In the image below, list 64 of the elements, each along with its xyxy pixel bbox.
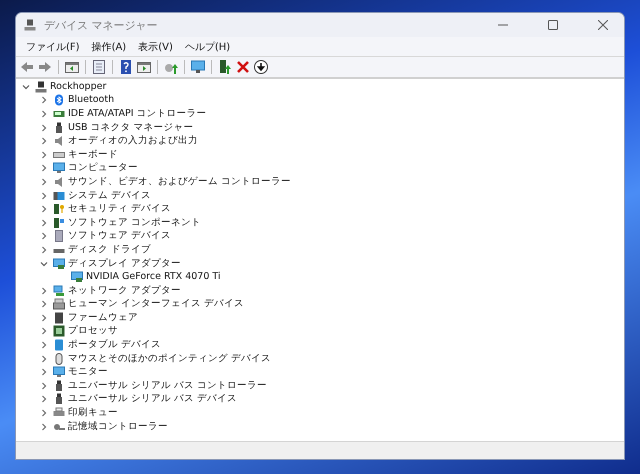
tree-item[interactable]: ファームウェア	[68, 312, 138, 324]
properties-icon[interactable]	[91, 59, 107, 75]
remove-x-icon[interactable]	[235, 59, 251, 75]
usb-plug-icon	[53, 380, 65, 392]
keyboard-mouse-icon	[53, 298, 65, 310]
tree-item[interactable]: セキュリティ デバイス	[68, 203, 172, 216]
speaker-icon	[53, 176, 65, 188]
panel-icon[interactable]	[64, 59, 80, 75]
tree-item[interactable]: Bluetooth	[68, 94, 114, 106]
menu-item[interactable]: 表示(V)	[132, 38, 179, 56]
download-circle-icon[interactable]	[253, 59, 269, 75]
tree-item[interactable]: IDE ATA/ATAPI コントローラー	[68, 108, 207, 120]
tree-item[interactable]: 印刷キュー	[68, 407, 118, 420]
processor-icon	[53, 325, 65, 338]
network-icon	[53, 284, 65, 297]
menu-item[interactable]: 操作(A)	[86, 38, 132, 56]
monitor-icon	[53, 366, 65, 378]
tree-item[interactable]: コンピューター	[68, 162, 138, 174]
software-device-icon	[53, 230, 65, 242]
computer-icon	[35, 80, 47, 93]
window-title: デバイス マネージャー	[44, 18, 158, 32]
tree-item[interactable]: ソフトウェア デバイス	[68, 230, 172, 242]
maximize-icon	[548, 20, 558, 30]
panel-icon[interactable]	[136, 59, 152, 75]
tree-item[interactable]: サウンド、ビデオ、およびゲーム コントローラー	[68, 176, 292, 188]
usb-plug-icon	[53, 393, 65, 406]
display-adapter-icon	[71, 271, 83, 284]
display-adapter-icon	[53, 258, 65, 270]
tree-item[interactable]: ディスク ドライブ	[68, 244, 152, 256]
tree-item[interactable]: ソフトウェア コンポーネント	[68, 216, 202, 229]
tree-item[interactable]: ネットワーク アダプター	[68, 284, 182, 297]
tree-item[interactable]: モニター	[68, 366, 108, 378]
tree-item[interactable]: USB コネクタ マネージャー	[68, 122, 194, 134]
tree-item[interactable]: Rockhopper	[50, 80, 106, 93]
tree-item[interactable]: ディスプレイ アダプター	[68, 258, 182, 270]
key-device-icon	[53, 203, 65, 216]
monitor-scan-icon[interactable]	[190, 59, 206, 75]
close-icon	[598, 20, 608, 30]
tree-item[interactable]: ヒューマン インターフェイス デバイス	[68, 298, 244, 310]
tree-item[interactable]: ポータブル デバイス	[68, 339, 162, 352]
enable-device-icon[interactable]	[217, 59, 233, 75]
back-arrow-icon[interactable]	[19, 59, 35, 75]
tree-item[interactable]: ユニバーサル シリアル バス デバイス	[68, 393, 238, 406]
tree-item[interactable]: オーディオの入力および出力	[68, 135, 198, 148]
app-icon	[24, 19, 36, 31]
speaker-icon	[53, 135, 65, 148]
bluetooth-icon	[53, 94, 65, 106]
menu-item[interactable]: ヘルプ(H)	[178, 38, 236, 56]
monitor-icon	[53, 162, 65, 174]
chip-icon	[53, 312, 65, 324]
tree-item[interactable]: システム デバイス	[68, 190, 152, 202]
tree-item[interactable]: プロセッサ	[68, 325, 118, 338]
mouse-icon	[53, 352, 65, 365]
help-icon[interactable]	[118, 59, 134, 75]
tree-item[interactable]: 記憶域コントローラー	[68, 420, 168, 433]
forward-arrow-icon[interactable]	[37, 59, 53, 75]
tree-item[interactable]: キーボード	[68, 148, 118, 161]
usb-plug-icon	[53, 122, 65, 134]
tree-item[interactable]: ユニバーサル シリアル バス コントローラー	[68, 380, 268, 392]
menu-item[interactable]: ファイル(F)	[20, 38, 86, 56]
tree-item[interactable]: NVIDIA GeForce RTX 4070 Ti	[86, 271, 221, 284]
software-component-icon	[53, 216, 65, 229]
tree-item[interactable]: マウスとそのほかのポインティング デバイス	[68, 352, 272, 365]
tablet-icon	[53, 339, 65, 352]
